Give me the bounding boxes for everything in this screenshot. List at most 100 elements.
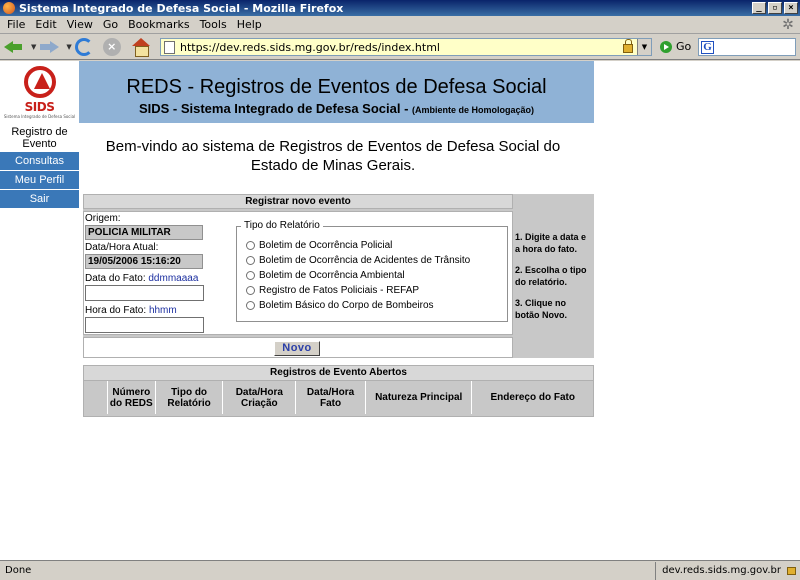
status-bar: Done dev.reds.sids.mg.gov.br: [0, 560, 800, 580]
origem-field: POLICIA MILITAR: [85, 225, 203, 240]
forward-button[interactable]: [39, 36, 60, 58]
subtitle-text: SIDS - Sistema Integrado de Defesa Socia…: [138, 101, 409, 116]
menu-file[interactable]: File: [2, 18, 30, 31]
sidebar-item-sair[interactable]: Sair: [0, 190, 79, 208]
lock-icon[interactable]: [623, 39, 633, 53]
minimize-button[interactable]: _: [752, 2, 766, 14]
col-numero-reds: Número do REDS: [108, 381, 156, 414]
sidebar-item-meu-perfil[interactable]: Meu Perfil: [0, 171, 79, 189]
sidebar-item-consultas[interactable]: Consultas: [0, 152, 79, 170]
radio-button[interactable]: [246, 256, 255, 265]
status-text: Done: [5, 565, 32, 576]
menu-help[interactable]: Help: [232, 18, 267, 31]
stop-button[interactable]: ×: [102, 36, 121, 58]
data-fato-label: Data do Fato: ddmmaaaa: [85, 273, 198, 284]
register-event-panel: Registrar novo evento Origem: POLICIA MI…: [83, 194, 513, 358]
select-column-header: [84, 381, 108, 414]
open-events-table-header: Número do REDS Tipo do Relatório Data/Ho…: [84, 381, 593, 414]
radio-corpo-bombeiros[interactable]: Boletim Básico do Corpo de Bombeiros: [246, 300, 434, 311]
radio-acidentes-transito[interactable]: Boletim de Ocorrência de Acidentes de Tr…: [246, 255, 470, 266]
logo-text: SIDS: [24, 99, 55, 114]
help-panel: 1. Digite a data e a hora do fato. 2. Es…: [513, 194, 594, 358]
radio-label[interactable]: Boletim Básico do Corpo de Bombeiros: [259, 300, 434, 311]
back-arrow-icon: [4, 38, 24, 56]
origem-label: Origem:: [85, 213, 121, 224]
reload-button[interactable]: [74, 36, 93, 58]
col-tipo-relatorio: Tipo do Relatório: [156, 381, 224, 414]
throbber-icon: ✲: [782, 17, 794, 33]
radio-button[interactable]: [246, 301, 255, 310]
back-button[interactable]: [4, 36, 24, 58]
window-title: Sistema Integrado de Defesa Social - Moz…: [19, 1, 344, 15]
welcome-message: Bem-vindo ao sistema de Registros de Eve…: [105, 138, 561, 174]
sids-logo: SIDS Sistema Integrado de Defesa Social: [0, 61, 79, 123]
page-subtitle: SIDS - Sistema Integrado de Defesa Socia…: [79, 101, 594, 116]
novo-button[interactable]: Novo: [274, 341, 320, 356]
register-footer: Novo: [83, 337, 513, 358]
reload-icon: [74, 37, 93, 56]
logo-subtext: Sistema Integrado de Defesa Social: [3, 113, 76, 119]
back-dropdown-icon[interactable]: ▼: [31, 43, 36, 51]
register-form: Origem: POLICIA MILITAR Data/Hora Atual:…: [83, 211, 513, 335]
radio-ocorrencia-policial[interactable]: Boletim de Ocorrência Policial: [246, 240, 392, 251]
url-bar[interactable]: https://dev.reds.sids.mg.gov.br/reds/ind…: [160, 38, 652, 56]
col-endereco-fato: Endereço do Fato: [490, 392, 575, 403]
open-events-header: Registros de Evento Abertos: [84, 366, 593, 381]
report-type-legend: Tipo do Relatório: [241, 220, 323, 231]
register-panel-header: Registrar novo evento: [83, 194, 513, 209]
menu-edit[interactable]: Edit: [30, 18, 61, 31]
close-button[interactable]: ×: [784, 2, 798, 14]
radio-button[interactable]: [246, 286, 255, 295]
go-icon: [660, 40, 672, 53]
open-events-panel: Registros de Evento Abertos Número do RE…: [83, 365, 594, 417]
datahora-field: 19/05/2006 15:16:20: [85, 254, 203, 269]
forward-arrow-icon: [39, 38, 60, 56]
menu-view[interactable]: View: [62, 18, 98, 31]
radio-label[interactable]: Boletim de Ocorrência Ambiental: [259, 270, 405, 281]
radio-label[interactable]: Boletim de Ocorrência Policial: [259, 240, 392, 251]
data-fato-input[interactable]: [85, 285, 204, 301]
url-dropdown-icon[interactable]: ▼: [637, 39, 651, 55]
menu-bookmarks[interactable]: Bookmarks: [123, 18, 194, 31]
hora-fato-label-text: Hora do Fato:: [85, 305, 147, 316]
menu-tools[interactable]: Tools: [195, 18, 232, 31]
google-search-icon[interactable]: G: [701, 40, 714, 54]
url-text[interactable]: https://dev.reds.sids.mg.gov.br/reds/ind…: [180, 41, 623, 54]
go-button[interactable]: Go: [660, 40, 691, 53]
search-input[interactable]: G: [698, 38, 796, 56]
menu-bar: File Edit View Go Bookmarks Tools Help ✲: [0, 16, 800, 34]
home-button[interactable]: [131, 36, 151, 58]
sids-emblem-icon: [23, 65, 56, 98]
status-host-text: dev.reds.sids.mg.gov.br: [662, 564, 781, 576]
firefox-icon: [3, 2, 15, 14]
help-step-3: 3. Clique no botão Novo.: [515, 298, 567, 320]
maximize-button[interactable]: ▫: [768, 2, 782, 14]
page-title: REDS - Registros de Eventos de Defesa So…: [126, 76, 547, 98]
report-type-group: Tipo do Relatório Boletim de Ocorrência …: [236, 220, 508, 322]
col-data-criacao: Data/Hora Criação: [223, 381, 297, 414]
page-header: REDS - Registros de Eventos de Defesa So…: [79, 61, 594, 123]
status-host: dev.reds.sids.mg.gov.br: [655, 561, 800, 580]
radio-label[interactable]: Registro de Fatos Policiais - REFAP: [259, 285, 419, 296]
radio-refap[interactable]: Registro de Fatos Policiais - REFAP: [246, 285, 419, 296]
forward-dropdown-icon[interactable]: ▼: [66, 43, 71, 51]
secure-lock-icon[interactable]: [787, 566, 796, 575]
window-titlebar: Sistema Integrado de Defesa Social - Moz…: [0, 0, 800, 16]
sidebar: Registro de Evento Consultas Meu Perfil …: [0, 123, 79, 209]
hora-fato-input[interactable]: [85, 317, 204, 333]
data-fato-format-hint: ddmmaaaa: [148, 273, 199, 284]
col-natureza-principal: Natureza Principal: [366, 381, 473, 414]
hora-fato-label: Hora do Fato: hhmm: [85, 305, 177, 316]
radio-label[interactable]: Boletim de Ocorrência de Acidentes de Tr…: [259, 255, 470, 266]
go-label: Go: [676, 40, 692, 53]
environment-label: (Ambiente de Homologação): [412, 105, 535, 115]
menu-go[interactable]: Go: [98, 18, 123, 31]
hora-fato-format-hint: hhmm: [148, 305, 177, 316]
radio-ambiental[interactable]: Boletim de Ocorrência Ambiental: [246, 270, 405, 281]
col-data-fato: Data/Hora Fato: [296, 381, 366, 414]
help-step-1: 1. Digite a data e a hora do fato.: [515, 232, 587, 254]
page-icon: [164, 40, 175, 54]
datahora-label: Data/Hora Atual:: [85, 242, 159, 253]
radio-button[interactable]: [246, 241, 255, 250]
radio-button[interactable]: [246, 271, 255, 280]
